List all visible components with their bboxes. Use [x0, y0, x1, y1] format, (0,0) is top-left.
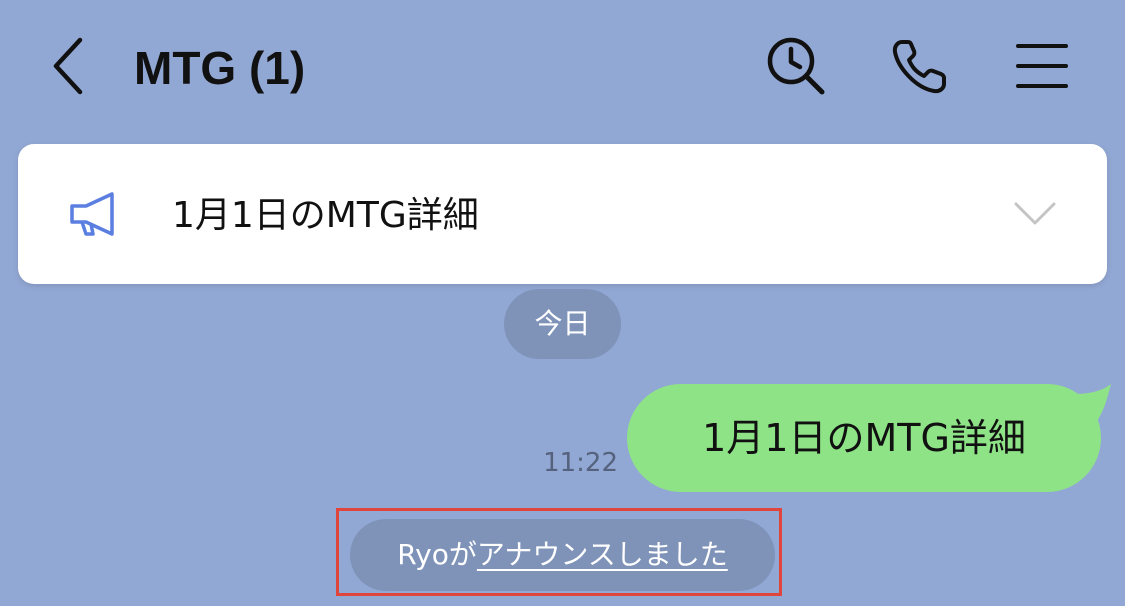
- message-timestamp: 11:22: [543, 448, 618, 478]
- chat-title: MTG (1): [134, 42, 306, 94]
- chevron-down-icon[interactable]: [1010, 194, 1060, 234]
- announcement-link[interactable]: アナウンスしました: [477, 538, 728, 571]
- search-history-button[interactable]: [764, 34, 828, 98]
- chat-screen: MTG (1) 1月1日のMTG詳細 今日 11:22 1月1日のMTG詳細 R…: [0, 0, 1125, 606]
- notice-actor: Ryo: [397, 538, 449, 571]
- announcement-banner[interactable]: 1月1日のMTG詳細: [18, 144, 1107, 284]
- back-button[interactable]: [36, 34, 100, 98]
- outgoing-message[interactable]: 1月1日のMTG詳細: [627, 384, 1113, 492]
- megaphone-icon: [70, 192, 114, 236]
- menu-button[interactable]: [1010, 34, 1074, 98]
- search-icon: [767, 37, 825, 95]
- chevron-left-icon: [53, 37, 83, 95]
- announcement-text: 1月1日のMTG詳細: [172, 195, 479, 236]
- menu-icon: [1016, 44, 1068, 88]
- system-notice: Ryoがアナウンスしました: [350, 519, 775, 591]
- call-button[interactable]: [888, 34, 952, 98]
- phone-icon: [892, 40, 946, 94]
- message-bubble-text: 1月1日のMTG詳細: [627, 384, 1101, 492]
- date-separator: 今日: [504, 289, 621, 359]
- notice-particle: が: [448, 538, 477, 571]
- chat-header: MTG (1): [0, 0, 1125, 135]
